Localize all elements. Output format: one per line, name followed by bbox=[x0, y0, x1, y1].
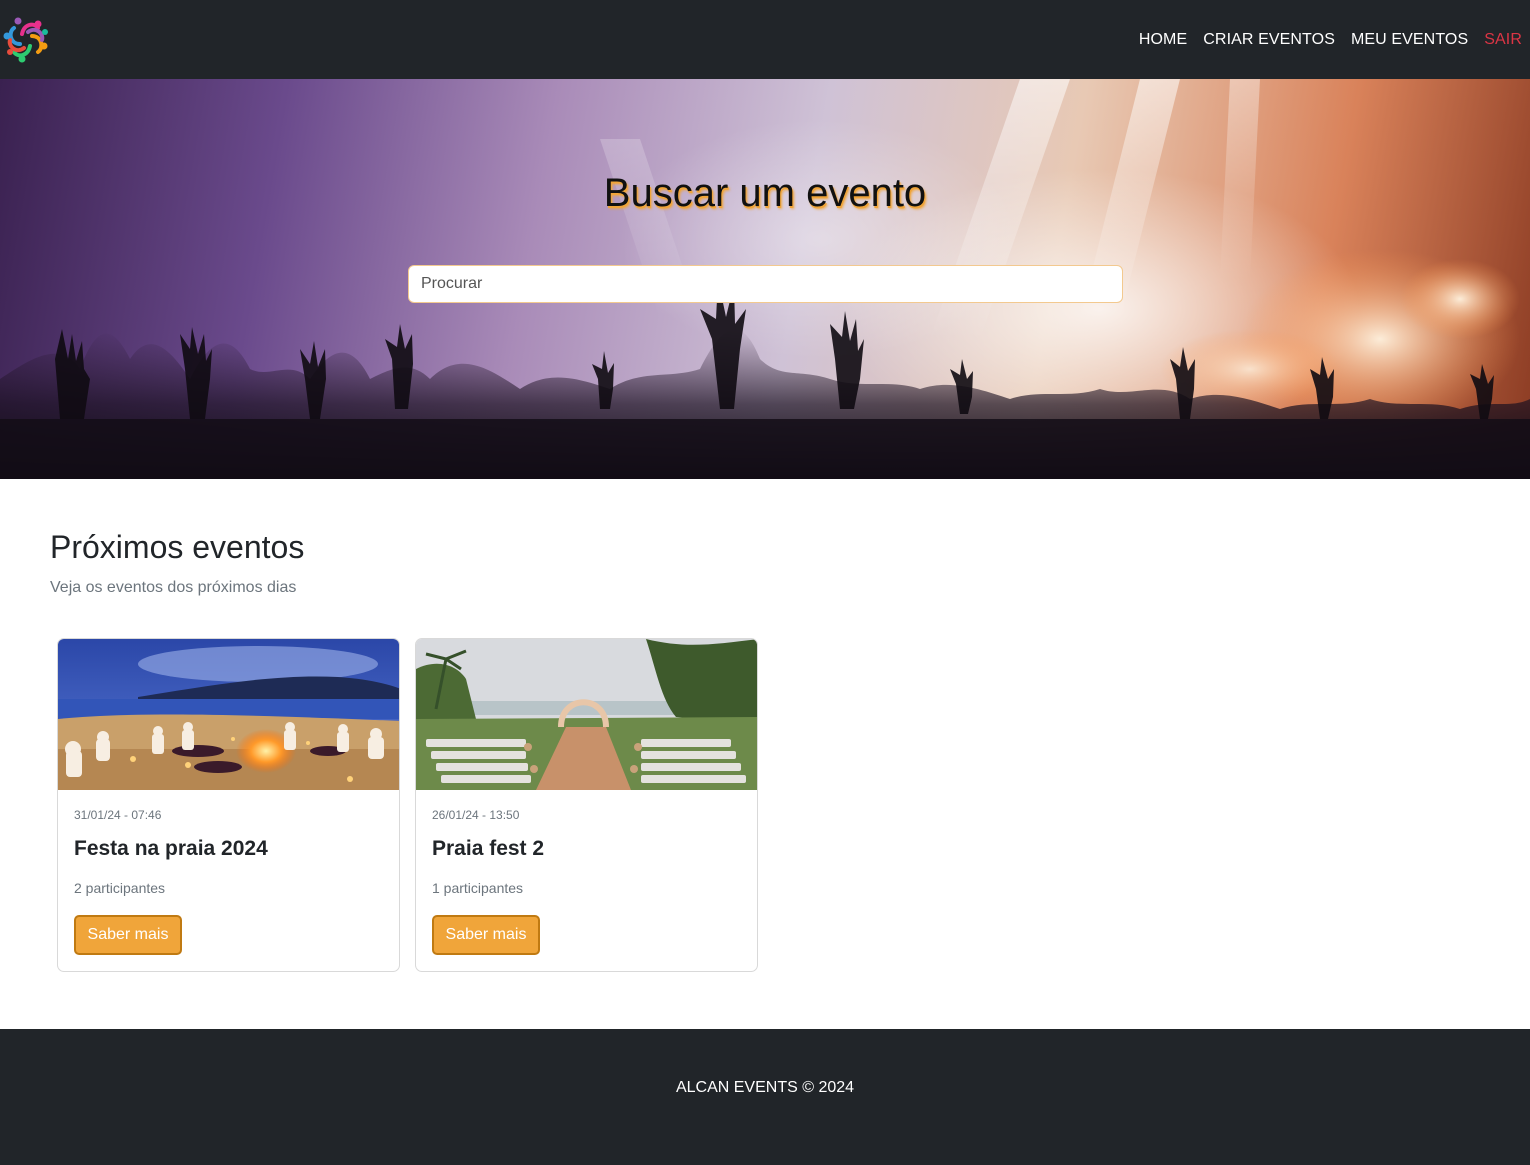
nav-logout-link[interactable]: SAIR bbox=[1484, 31, 1522, 49]
footer: ALCAN EVENTS © 2024 bbox=[0, 1029, 1530, 1165]
event-details-button[interactable]: Saber mais bbox=[74, 915, 182, 955]
event-date: 31/01/24 - 07:46 bbox=[74, 808, 162, 822]
event-search-input[interactable] bbox=[408, 265, 1123, 303]
navbar: HOME CRIAR EVENTOS MEU EVENTOS SAIR bbox=[0, 0, 1530, 79]
event-participants-count: 2 participantes bbox=[74, 880, 166, 896]
event-card: 31/01/24 - 07:46 Festa na praia 2024 2 p… bbox=[57, 638, 400, 972]
upcoming-events-subtitle: Veja os eventos dos próximos dias bbox=[50, 579, 297, 596]
footer-copyright: ALCAN EVENTS © 2024 bbox=[675, 1079, 855, 1096]
event-date: 26/01/24 - 13:50 bbox=[432, 808, 520, 822]
event-card: 26/01/24 - 13:50 Praia fest 2 1 particip… bbox=[415, 638, 758, 972]
main-nav: HOME CRIAR EVENTOS MEU EVENTOS SAIR bbox=[1123, 0, 1522, 79]
people-circle-logo-icon[interactable] bbox=[0, 14, 52, 66]
nav-home-link[interactable]: HOME bbox=[1139, 31, 1187, 49]
nav-create-events-link[interactable]: CRIAR EVENTOS bbox=[1203, 31, 1335, 49]
beach-wedding-ceremony-image bbox=[416, 639, 757, 790]
event-participants-count: 1 participantes bbox=[432, 880, 524, 896]
beach-bonfire-party-image bbox=[58, 639, 399, 790]
nav-my-events-link[interactable]: MEU EVENTOS bbox=[1351, 31, 1468, 49]
hero-title: Buscar um evento bbox=[603, 171, 927, 215]
hero-banner: Buscar um evento bbox=[0, 79, 1530, 479]
event-details-button[interactable]: Saber mais bbox=[432, 915, 540, 955]
event-title: Praia fest 2 bbox=[432, 837, 545, 860]
event-title: Festa na praia 2024 bbox=[74, 837, 268, 860]
upcoming-events-title: Próximos eventos bbox=[50, 529, 305, 565]
